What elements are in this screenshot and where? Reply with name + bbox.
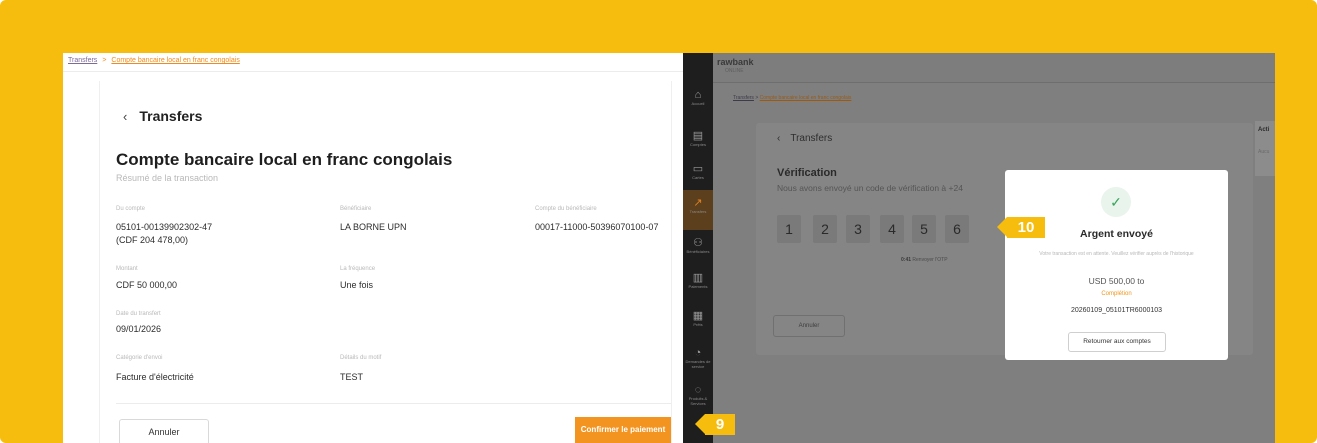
products-icon: ◌ bbox=[694, 384, 702, 396]
transfer-date-value: 09/01/2026 bbox=[116, 324, 162, 334]
breadcrumb-current[interactable]: Compte bancaire local en franc congolais bbox=[760, 95, 852, 101]
frequency-label: La fréquence bbox=[340, 266, 376, 272]
payments-icon: ▥ bbox=[692, 272, 704, 284]
resend-timer: 0:41 bbox=[901, 257, 912, 263]
card-icon: ▭ bbox=[692, 163, 704, 175]
back-link[interactable]: ‹ Transfers bbox=[777, 133, 832, 144]
breadcrumb-separator: > bbox=[102, 57, 107, 64]
logo-name: rawbank bbox=[717, 57, 754, 67]
chevron-left-icon[interactable]: ‹ bbox=[123, 109, 127, 124]
verification-text: Nous avons envoyé un code de vérificatio… bbox=[777, 183, 963, 193]
modal-reference: 20260109_05101TR6000103 bbox=[1070, 307, 1163, 314]
chevron-left-icon[interactable]: ‹ bbox=[777, 133, 780, 144]
tutorial-frame: Transfers > Compte bancaire local en franc… bbox=[0, 0, 1317, 443]
otp-digit-2[interactable]: 2 bbox=[813, 215, 837, 243]
from-account-balance: (CDF 204 478,00) bbox=[116, 235, 189, 245]
otp-digit-6[interactable]: 6 bbox=[945, 215, 969, 243]
beneficiary-value: LA BORNE UPN bbox=[340, 222, 407, 232]
verification-title: Vérification bbox=[777, 167, 837, 179]
confirm-payment-button[interactable]: Confirmer le paiement bbox=[575, 417, 671, 443]
from-account-value: 05101-00139902302-47 bbox=[116, 222, 213, 232]
breadcrumb-root-link[interactable]: Transfers bbox=[68, 57, 97, 64]
sidebar-item-loans[interactable]: ▦ Prêts bbox=[683, 303, 713, 343]
modal-status: Complétion bbox=[1101, 291, 1132, 297]
sidebar-item-products[interactable]: ◌ Produits & Services bbox=[683, 378, 713, 418]
sidebar-item-label: Cartes bbox=[692, 175, 704, 180]
breadcrumb-separator: > bbox=[755, 95, 759, 101]
sidebar-item-label: Produits & Services bbox=[688, 396, 708, 406]
sidebar-item-label: Transfers bbox=[689, 209, 707, 214]
from-account-label: Du compte bbox=[116, 206, 146, 212]
modal-message: Votre transaction est en attente. Veuill… bbox=[1039, 251, 1194, 257]
home-icon: ⌂ bbox=[694, 89, 702, 101]
sidebar-item-label: Paiements bbox=[688, 284, 708, 289]
beneficiary-account-value: 00017-11000-50396070100-07 bbox=[535, 222, 659, 232]
transfer-icon: ↗ bbox=[693, 197, 703, 209]
reason-value: TEST bbox=[340, 372, 364, 382]
service-icon: ◔ bbox=[694, 347, 702, 359]
beneficiary-label: Bénéficiaire bbox=[340, 206, 372, 212]
sidebar-item-home[interactable]: ⌂ Accueil bbox=[683, 83, 713, 123]
success-modal: ✓ Argent envoyé Votre transaction est en… bbox=[1005, 170, 1228, 360]
card-border-right bbox=[671, 81, 672, 443]
divider bbox=[116, 403, 671, 404]
return-to-accounts-button[interactable]: Retourner aux comptes bbox=[1068, 332, 1166, 352]
sidebar-item-service-requests[interactable]: ◔ Demandes de service bbox=[683, 341, 713, 381]
logo-tagline: ONLINE bbox=[725, 68, 744, 74]
card-border-left bbox=[99, 81, 100, 443]
otp-digit-3[interactable]: 3 bbox=[846, 215, 870, 243]
otp-digit-4[interactable]: 4 bbox=[880, 215, 904, 243]
back-link-label: Transfers bbox=[139, 108, 203, 124]
activity-title: Acti bbox=[1258, 127, 1270, 133]
frequency-value: Une fois bbox=[340, 280, 374, 290]
sidebar: ⌂ Accueil ▤ Comptes ▭ Cartes ↗ Transfers… bbox=[683, 53, 713, 443]
sidebar-item-label: Accueil bbox=[691, 101, 705, 106]
breadcrumb-root-link[interactable]: Transfers bbox=[733, 95, 754, 101]
rawbank-logo: rawbank ONLINE bbox=[717, 58, 754, 76]
breadcrumb-divider bbox=[63, 71, 683, 72]
top-bar: rawbank ONLINE bbox=[683, 53, 1275, 83]
amount-value: CDF 50 000,00 bbox=[116, 280, 178, 290]
modal-amount: USD 500,00 to bbox=[1088, 276, 1145, 286]
bank-icon: ▤ bbox=[692, 130, 704, 142]
sidebar-item-payments[interactable]: ▥ Paiements bbox=[683, 265, 713, 305]
back-link[interactable]: ‹ Transfers bbox=[123, 108, 202, 124]
activity-card: Acti Aucu bbox=[1255, 121, 1275, 176]
beneficiaries-icon: ⚇ bbox=[693, 237, 703, 249]
sidebar-item-transfers[interactable]: ↗ Transfers bbox=[683, 190, 713, 230]
resend-otp-label: Renvoyer l'OTP bbox=[912, 257, 948, 263]
loans-icon: ▦ bbox=[692, 310, 704, 322]
breadcrumb-current[interactable]: Compte bancaire local en franc congolais bbox=[111, 57, 239, 64]
otp-digit-1[interactable]: 1 bbox=[777, 215, 801, 243]
category-value: Facture d'électricité bbox=[116, 372, 194, 382]
activity-text: Aucu bbox=[1258, 149, 1270, 155]
transfer-date-label: Date du transfert bbox=[116, 311, 161, 317]
category-label: Catégorie d'envoi bbox=[116, 355, 163, 361]
sidebar-item-label: Prêts bbox=[693, 322, 703, 327]
check-icon: ✓ bbox=[1101, 187, 1131, 217]
page-title: Compte bancaire local en franc congolais bbox=[116, 150, 453, 169]
sidebar-item-label: Demandes de service bbox=[685, 359, 711, 369]
breadcrumb: Transfers > Compte bancaire local en franc… bbox=[68, 57, 240, 64]
confirmation-panel: Transfers > Compte bancaire local en franc… bbox=[63, 53, 683, 443]
page-subtitle: Résumé de la transaction bbox=[116, 173, 219, 183]
otp-digit-5[interactable]: 5 bbox=[912, 215, 936, 243]
sidebar-item-beneficiaries[interactable]: ⚇ Bénéficiaires bbox=[683, 230, 713, 270]
reason-label: Détails du motif bbox=[340, 355, 382, 361]
sidebar-item-label: Comptes bbox=[689, 142, 706, 147]
amount-label: Montant bbox=[116, 266, 138, 272]
cancel-button[interactable]: Annuler bbox=[119, 419, 209, 443]
sidebar-item-label: Bénéficiaires bbox=[686, 249, 710, 254]
back-link-label: Transfers bbox=[790, 133, 833, 144]
resend-otp[interactable]: 0:41 Renvoyer l'OTP bbox=[901, 257, 948, 263]
step-9-callout: 9 bbox=[695, 414, 735, 435]
breadcrumb: Transfers > Compte bancaire local en fra… bbox=[733, 95, 851, 101]
beneficiary-account-label: Compte du bénéficiaire bbox=[535, 206, 597, 212]
step-10-callout: 10 bbox=[997, 217, 1045, 238]
cancel-button[interactable]: Annuler bbox=[773, 315, 845, 337]
